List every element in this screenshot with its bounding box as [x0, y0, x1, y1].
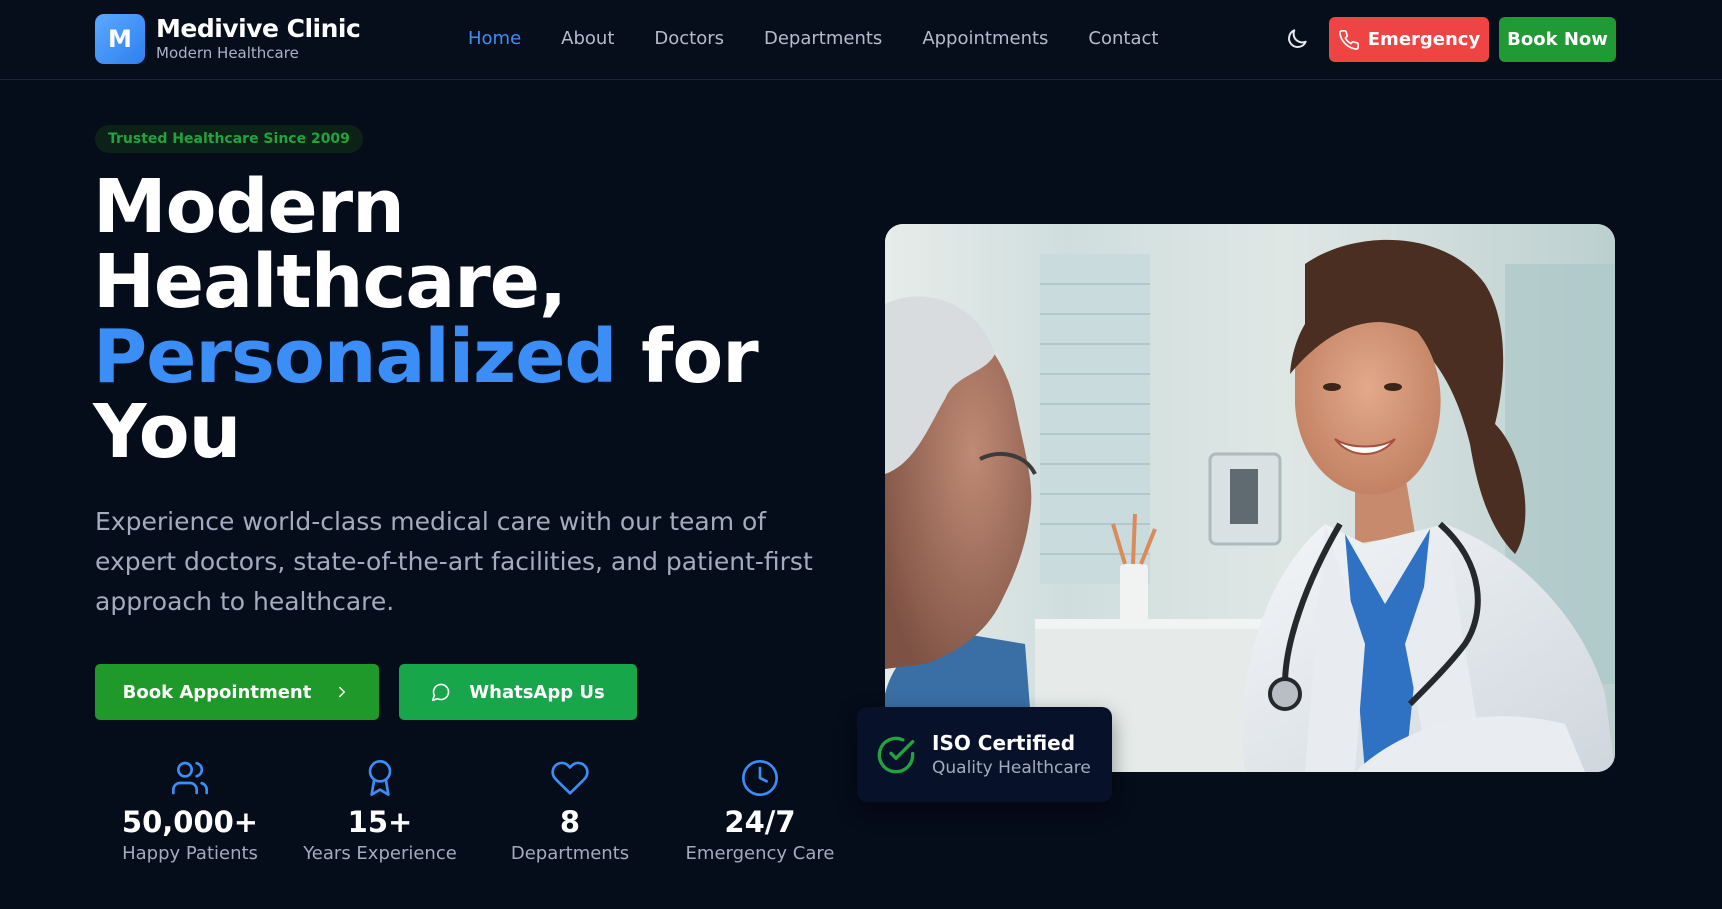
iso-subtitle: Quality Healthcare — [932, 757, 1091, 778]
nav-link-appointments[interactable]: Appointments — [922, 28, 1048, 49]
iso-title: ISO Certified — [932, 730, 1076, 755]
brand-name: Medivive Clinic — [156, 14, 361, 43]
nav-link-home[interactable]: Home — [468, 28, 521, 49]
whatsapp-label: WhatsApp Us — [469, 681, 605, 703]
brand-logo[interactable]: M Medivive Clinic Modern Healthcare — [95, 14, 361, 64]
stat-value: 24/7 — [724, 805, 796, 839]
stat-departments: 8 Departments — [475, 758, 665, 866]
stat-label: Departments — [510, 843, 630, 864]
message-circle-icon — [432, 683, 450, 702]
nav-link-about[interactable]: About — [561, 28, 614, 49]
logo-mark: M — [95, 14, 145, 64]
check-circle-icon — [877, 736, 915, 773]
nav-link-contact[interactable]: Contact — [1088, 28, 1158, 49]
nav-link-doctors[interactable]: Doctors — [654, 28, 724, 49]
hero-description: Experience world-class medical care with… — [95, 507, 813, 616]
stat-value: 8 — [559, 805, 581, 839]
hero-doctor-photo — [885, 224, 1615, 772]
trust-badge: Trusted Healthcare Since 2009 — [95, 125, 363, 153]
emergency-label: Emergency — [1367, 29, 1481, 50]
book-appointment-label: Book Appointment — [122, 681, 312, 703]
main-nav: Home About Doctors Departments Appointme… — [468, 28, 1198, 49]
book-appointment-button[interactable]: Book Appointment — [95, 664, 379, 720]
nav-link-departments[interactable]: Departments — [764, 28, 882, 49]
stat-years-experience: 15+ Years Experience — [285, 758, 475, 866]
doctor-with-patient-illustration — [885, 224, 1615, 772]
stat-label: Emergency Care — [685, 843, 835, 864]
headline-line-1: Modern — [93, 164, 405, 250]
stat-emergency-care: 24/7 Emergency Care — [665, 758, 855, 866]
stat-value: 15+ — [347, 805, 413, 839]
stat-value: 50,000+ — [121, 805, 259, 839]
whatsapp-button[interactable]: WhatsApp Us — [399, 664, 637, 720]
theme-toggle-button[interactable] — [1284, 26, 1310, 52]
stat-label: Years Experience — [303, 843, 457, 864]
brand-tagline: Modern Healthcare — [156, 44, 299, 62]
top-navbar: M Medivive Clinic Modern Healthcare Home… — [0, 0, 1722, 80]
headline-line-4: You — [93, 389, 241, 475]
users-icon — [172, 761, 209, 795]
clock-icon — [742, 760, 778, 796]
heart-icon — [551, 761, 589, 795]
book-now-button[interactable]: Book Now — [1499, 17, 1616, 62]
headline-highlight: Personalized — [93, 314, 617, 400]
headline-line-2: Healthcare, — [93, 239, 567, 325]
emergency-button[interactable]: Emergency — [1329, 17, 1489, 62]
phone-icon — [1338, 29, 1359, 50]
hero-headline: Modern Healthcare, Personalized for You — [93, 170, 813, 470]
stat-happy-patients: 50,000+ Happy Patients — [95, 758, 285, 866]
chevron-right-icon — [339, 686, 346, 698]
iso-certified-card: ISO Certified Quality Healthcare — [857, 707, 1112, 802]
stat-label: Happy Patients — [122, 843, 258, 864]
moon-icon — [1288, 29, 1307, 48]
award-icon — [368, 760, 392, 796]
headline-after: for — [641, 314, 759, 400]
